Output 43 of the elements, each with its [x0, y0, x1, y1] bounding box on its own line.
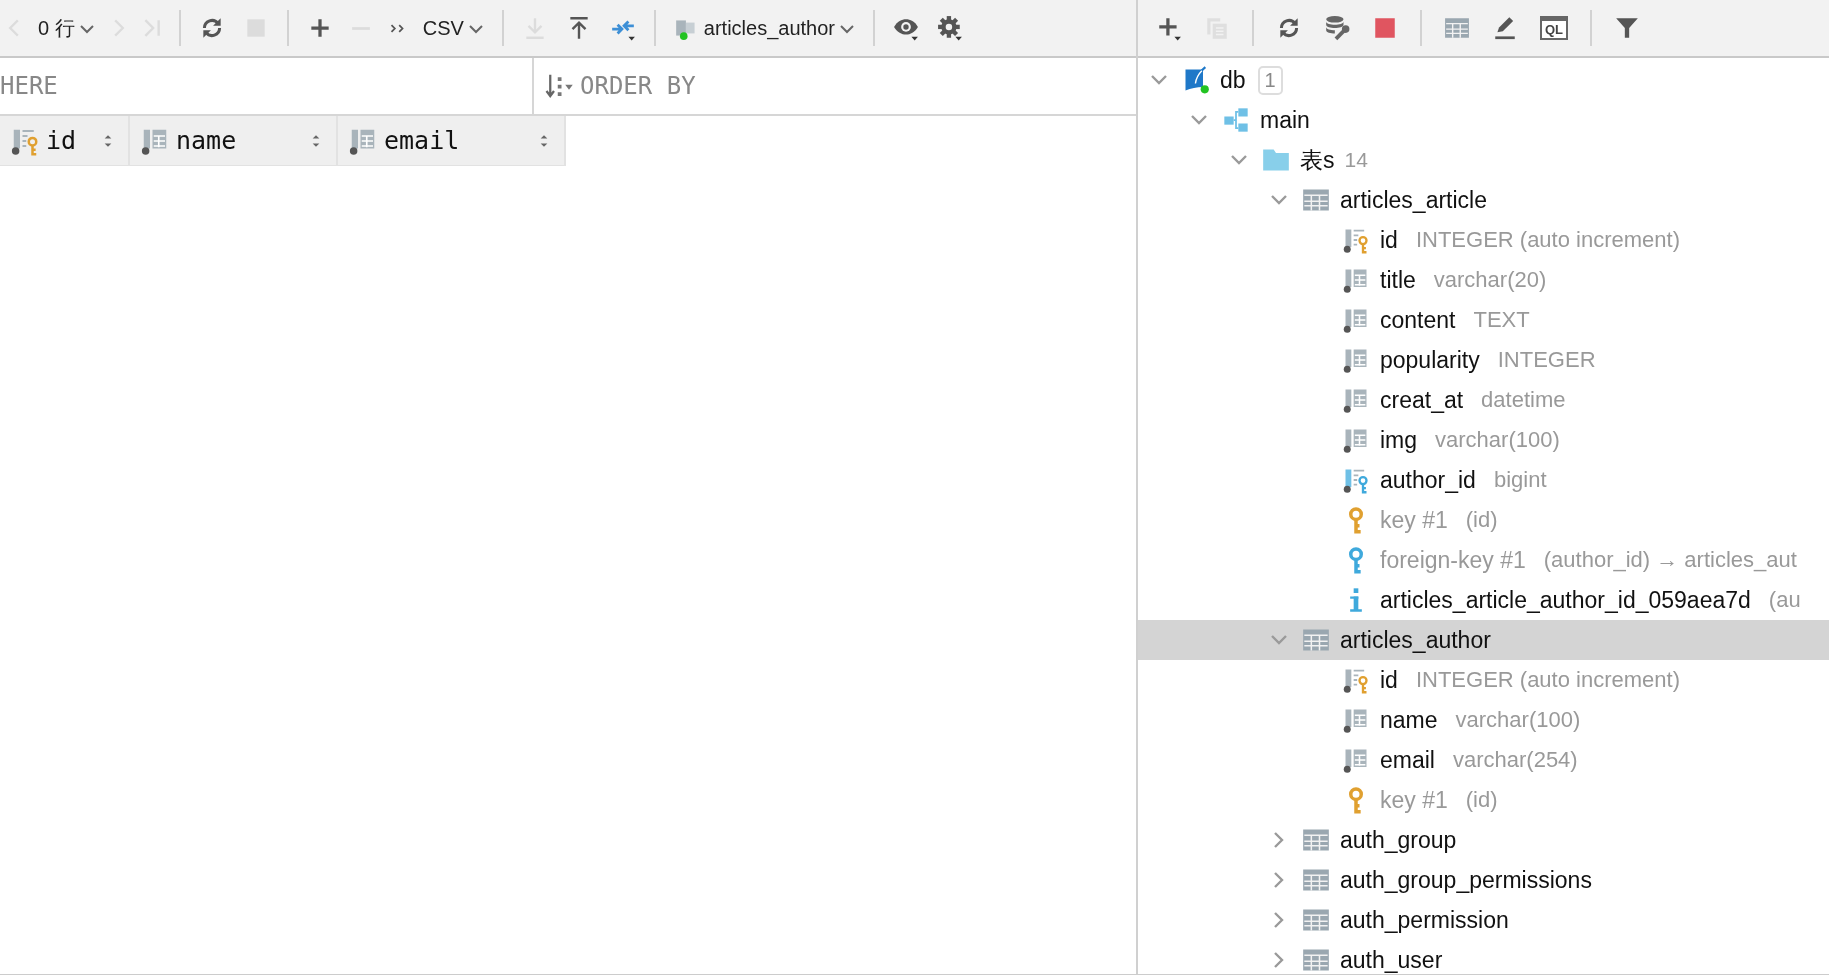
- tree-item[interactable]: name varchar(100): [1138, 700, 1829, 740]
- tree-item[interactable]: auth_user: [1138, 940, 1829, 974]
- column-header[interactable]: name: [130, 116, 338, 166]
- tree-item[interactable]: popularity INTEGER: [1138, 340, 1829, 380]
- pencil-icon: [1492, 15, 1518, 41]
- tree-item[interactable]: id INTEGER (auto increment): [1138, 220, 1829, 260]
- session-dropdown[interactable]: articles_author: [667, 8, 861, 48]
- tree-item[interactable]: img varchar(100): [1138, 420, 1829, 460]
- settings-icon: [937, 15, 963, 41]
- tree-item[interactable]: author_id bigint: [1138, 460, 1829, 500]
- tree-item[interactable]: creat_at datetime: [1138, 380, 1829, 420]
- plus-icon: [1156, 15, 1182, 41]
- where-field[interactable]: HERE: [0, 72, 532, 100]
- tree-item[interactable]: articles_author: [1138, 620, 1829, 660]
- filter-icon: [1614, 15, 1641, 41]
- database-icon: [1182, 66, 1210, 94]
- console-button[interactable]: QL: [1534, 8, 1575, 48]
- column-header[interactable]: email: [338, 116, 566, 166]
- column-header[interactable]: id: [0, 116, 130, 166]
- tree-item[interactable]: auth_group_permissions: [1138, 860, 1829, 900]
- tree-item[interactable]: articles_article: [1138, 180, 1829, 220]
- tree-item[interactable]: email varchar(254): [1138, 740, 1829, 780]
- tree-item[interactable]: db 1: [1138, 60, 1829, 100]
- caret-icon: [467, 22, 484, 34]
- count-badge: 1: [1257, 65, 1283, 95]
- caret-icon: [839, 22, 855, 34]
- tree-item[interactable]: id INTEGER (auto increment): [1138, 660, 1829, 700]
- table-icon: [1444, 15, 1470, 41]
- tree-item[interactable]: content TEXT: [1138, 300, 1829, 340]
- schema-icon: [1222, 106, 1250, 134]
- tree-item[interactable]: articles_article_author_id_059aea7d (au: [1138, 580, 1829, 620]
- order-by-field[interactable]: ORDER BY: [580, 72, 1136, 100]
- tree-item[interactable]: auth_permission: [1138, 900, 1829, 940]
- tree-item[interactable]: auth_group: [1138, 820, 1829, 860]
- database-wrench-icon: [1324, 15, 1350, 41]
- double-chevron-icon: [388, 22, 405, 34]
- tree-item[interactable]: 表s 14: [1138, 140, 1829, 180]
- rows-dropdown[interactable]: 0 行: [32, 8, 101, 48]
- stop-icon: [1372, 15, 1398, 41]
- tree-item[interactable]: main: [1138, 100, 1829, 140]
- tree-item[interactable]: title varchar(20): [1138, 260, 1829, 300]
- format-dropdown[interactable]: CSV: [416, 8, 490, 48]
- caret-icon: [78, 22, 95, 34]
